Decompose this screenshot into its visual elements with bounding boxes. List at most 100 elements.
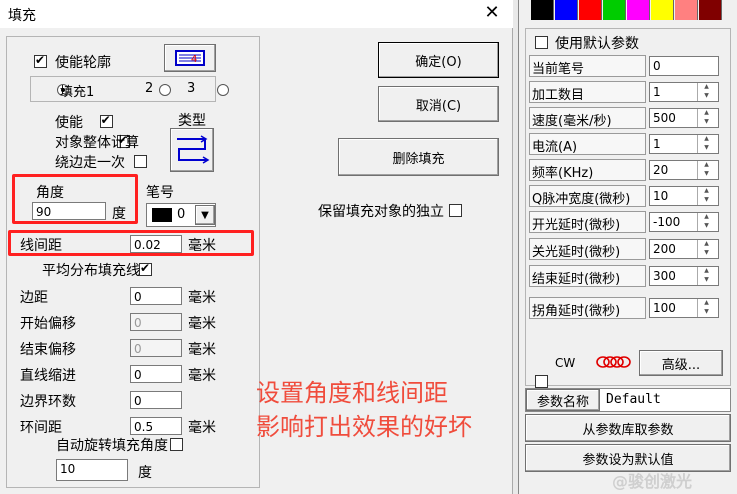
swatch-0[interactable] <box>531 0 554 20</box>
spinner-icon[interactable]: ▲ ▼ <box>697 299 715 317</box>
margin-unit: 毫米 <box>188 290 216 306</box>
line-indent-label: 直线缩进 <box>20 368 76 384</box>
line-spacing-unit: 毫米 <box>188 238 216 254</box>
param-input[interactable]: 200 ▲ ▼ <box>649 239 719 259</box>
param-label: Q脉冲宽度(微秒) <box>529 185 646 207</box>
param-input[interactable]: 0 <box>649 56 719 76</box>
swatch-4[interactable] <box>627 0 650 20</box>
auto-rotate-label: 自动旋转填充角度 <box>56 438 168 454</box>
spinner-icon[interactable]: ▲ ▼ <box>697 83 715 101</box>
pen-value: 0 <box>177 207 186 222</box>
even-distribute-checkbox[interactable] <box>138 261 152 276</box>
even-distribute-label: 平均分布填充线 <box>42 263 140 279</box>
close-icon[interactable]: ✕ <box>482 3 502 23</box>
param-label: 速度(毫米/秒) <box>529 107 646 129</box>
auto-rotate-checkbox[interactable] <box>170 438 184 451</box>
boundary-loops-input[interactable]: 0 <box>130 391 182 409</box>
go-around-checkbox[interactable] <box>133 155 147 168</box>
spinner-icon[interactable]: ▲ ▼ <box>697 267 715 285</box>
param-value: 10 <box>653 189 669 203</box>
param-label: 拐角延时(微秒) <box>529 297 646 319</box>
param-label: 开光延时(微秒) <box>529 211 646 233</box>
rotate-angle-input[interactable]: 10 <box>56 459 128 481</box>
param-input[interactable]: 300 ▲ ▼ <box>649 266 719 286</box>
start-offset-unit: 毫米 <box>188 316 216 332</box>
annotation-text: 设置角度和线间距 影响打出效果的好坏 <box>256 376 472 444</box>
pen-label: 笔号 <box>146 185 174 201</box>
color-swatch-bar <box>531 0 726 22</box>
enable-outline-checkbox[interactable] <box>34 53 47 68</box>
type-label: 类型 <box>178 113 206 129</box>
swatch-1[interactable] <box>555 0 578 20</box>
svg-text:4: 4 <box>191 54 197 65</box>
use-default-checkbox[interactable] <box>535 36 548 49</box>
watermark-text: @骏创激光 <box>612 472 693 491</box>
end-offset-label: 结束偏移 <box>20 342 76 358</box>
param-value: 200 <box>653 242 676 256</box>
param-value: 100 <box>653 301 676 315</box>
param-input[interactable]: 500 ▲ ▼ <box>649 108 719 128</box>
param-input[interactable]: -100 ▲ ▼ <box>649 212 719 232</box>
rotate-angle-unit: 度 <box>138 465 152 481</box>
fill2-label: 2 <box>145 81 154 96</box>
spinner-icon[interactable]: ▲ ▼ <box>697 187 715 205</box>
advanced-button[interactable]: 高级... <box>639 350 723 376</box>
dialog-title: 填充 <box>8 8 36 24</box>
margin-label: 边距 <box>20 290 48 306</box>
whole-calc-label: 对象整体计算 <box>55 135 139 151</box>
swatch-3[interactable] <box>603 0 626 20</box>
fill1-label: 填充1 <box>60 85 95 100</box>
swatch-7[interactable] <box>699 0 722 20</box>
line-spacing-label: 线间距 <box>20 238 62 254</box>
angle-input[interactable]: 90 <box>32 202 106 220</box>
enable-label: 使能 <box>55 115 83 131</box>
pen-select[interactable]: 0 ▼ <box>146 203 216 227</box>
spinner-icon[interactable]: ▲ ▼ <box>697 135 715 153</box>
from-library-button[interactable]: 从参数库取参数 <box>525 414 731 442</box>
use-default-label: 使用默认参数 <box>555 36 639 52</box>
param-input[interactable]: 10 ▲ ▼ <box>649 186 719 206</box>
pen-color-swatch <box>152 208 172 222</box>
end-offset-input[interactable]: 0 <box>130 339 182 357</box>
swatch-6[interactable] <box>675 0 698 20</box>
spinner-icon[interactable]: ▲ ▼ <box>697 213 715 231</box>
delete-fill-button[interactable]: 删除填充 <box>338 138 499 176</box>
fill-type-icon <box>177 135 210 164</box>
param-value: 1 <box>653 85 661 99</box>
boundary-loops-label: 边界环数 <box>20 394 76 410</box>
go-around-label: 绕边走一次 <box>55 155 125 171</box>
swatch-5[interactable] <box>651 0 674 20</box>
start-offset-input[interactable]: 0 <box>130 313 182 331</box>
line-indent-unit: 毫米 <box>188 368 216 384</box>
chevron-down-icon[interactable]: ▼ <box>195 205 215 225</box>
param-input[interactable]: 1 ▲ ▼ <box>649 134 719 154</box>
keep-independent-checkbox[interactable] <box>449 204 463 217</box>
fill3-label: 3 <box>187 81 196 96</box>
angle-label: 角度 <box>36 185 64 201</box>
start-offset-label: 开始偏移 <box>20 316 76 332</box>
loop-spacing-input[interactable]: 0.5 <box>130 417 182 435</box>
wobble-icon[interactable] <box>593 352 633 372</box>
cw-checkbox[interactable] <box>535 375 548 388</box>
outline-style-button[interactable]: 4 <box>164 44 216 72</box>
line-indent-input[interactable]: 0 <box>130 365 182 383</box>
param-name-row: 参数名称 Default <box>525 388 731 412</box>
enable-checkbox[interactable] <box>99 113 113 128</box>
spinner-icon[interactable]: ▲ ▼ <box>697 240 715 258</box>
param-input[interactable]: 20 ▲ ▼ <box>649 160 719 180</box>
param-name-value[interactable]: Default <box>606 392 661 407</box>
param-input[interactable]: 100 ▲ ▼ <box>649 298 719 318</box>
cw-label: CW <box>555 356 576 370</box>
param-input[interactable]: 1 ▲ ▼ <box>649 82 719 102</box>
swatch-2[interactable] <box>579 0 602 20</box>
ok-button[interactable]: 确定(O) <box>378 42 499 78</box>
spinner-icon[interactable]: ▲ ▼ <box>697 161 715 179</box>
fill-dialog: 填充 ✕ 使能轮廓 4 填充1 2 3 使能 对象整体计算 绕边走一次 类型 <box>0 0 513 494</box>
param-value: -100 <box>653 215 681 229</box>
fill-type-button[interactable] <box>170 128 214 172</box>
spinner-icon[interactable]: ▲ ▼ <box>697 109 715 127</box>
param-value: 1 <box>653 137 661 151</box>
cancel-button[interactable]: 取消(C) <box>378 86 499 122</box>
margin-input[interactable]: 0 <box>130 287 182 305</box>
line-spacing-input[interactable]: 0.02 <box>130 235 182 253</box>
